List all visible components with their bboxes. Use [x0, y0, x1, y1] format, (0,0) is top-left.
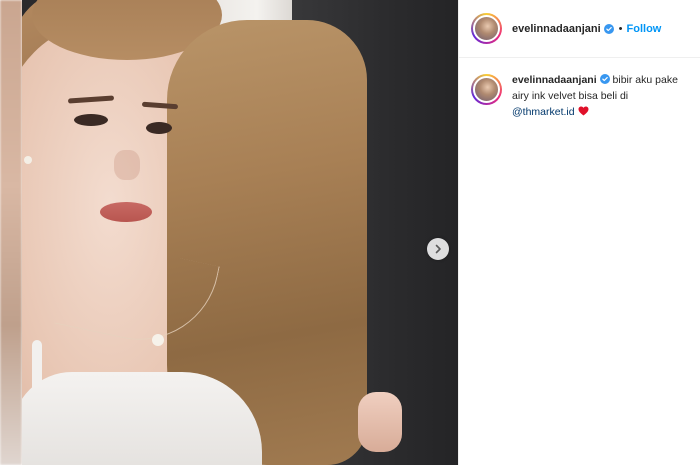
header-username[interactable]: evelinnadaanjani: [512, 23, 601, 35]
verified-badge-icon: [599, 74, 610, 84]
caption-comment: evelinnadaanjani bibir aku pake airy ink…: [471, 72, 695, 120]
photo-eye-left: [74, 114, 108, 126]
chevron-right-icon: [435, 244, 441, 254]
photo-pendant: [152, 334, 164, 346]
photo-top: [22, 372, 262, 465]
post-sidebar: evelinnadaanjani • Follow evelinnadaanja…: [458, 0, 700, 465]
verified-badge-icon: [603, 23, 614, 34]
photo-earring: [24, 156, 32, 164]
next-photo-button[interactable]: [427, 238, 449, 260]
background-blur-strip: [0, 0, 22, 465]
heart-icon: [578, 106, 589, 116]
caption-body: evelinnadaanjani bibir aku pake airy ink…: [512, 72, 692, 120]
follow-button[interactable]: Follow: [627, 23, 662, 35]
caption-avatar[interactable]: [471, 74, 502, 105]
photo-lips: [100, 202, 152, 222]
separator-dot: •: [618, 22, 623, 35]
post-header: evelinnadaanjani • Follow: [459, 0, 700, 58]
photo-hand: [358, 392, 402, 452]
photo-nose: [114, 150, 140, 180]
avatar[interactable]: [471, 13, 502, 44]
mention-link[interactable]: @thmarket.id: [512, 106, 575, 118]
caption-username[interactable]: evelinnadaanjani: [512, 74, 597, 86]
post-photo[interactable]: [22, 0, 458, 465]
photo-eye-right: [146, 122, 172, 134]
